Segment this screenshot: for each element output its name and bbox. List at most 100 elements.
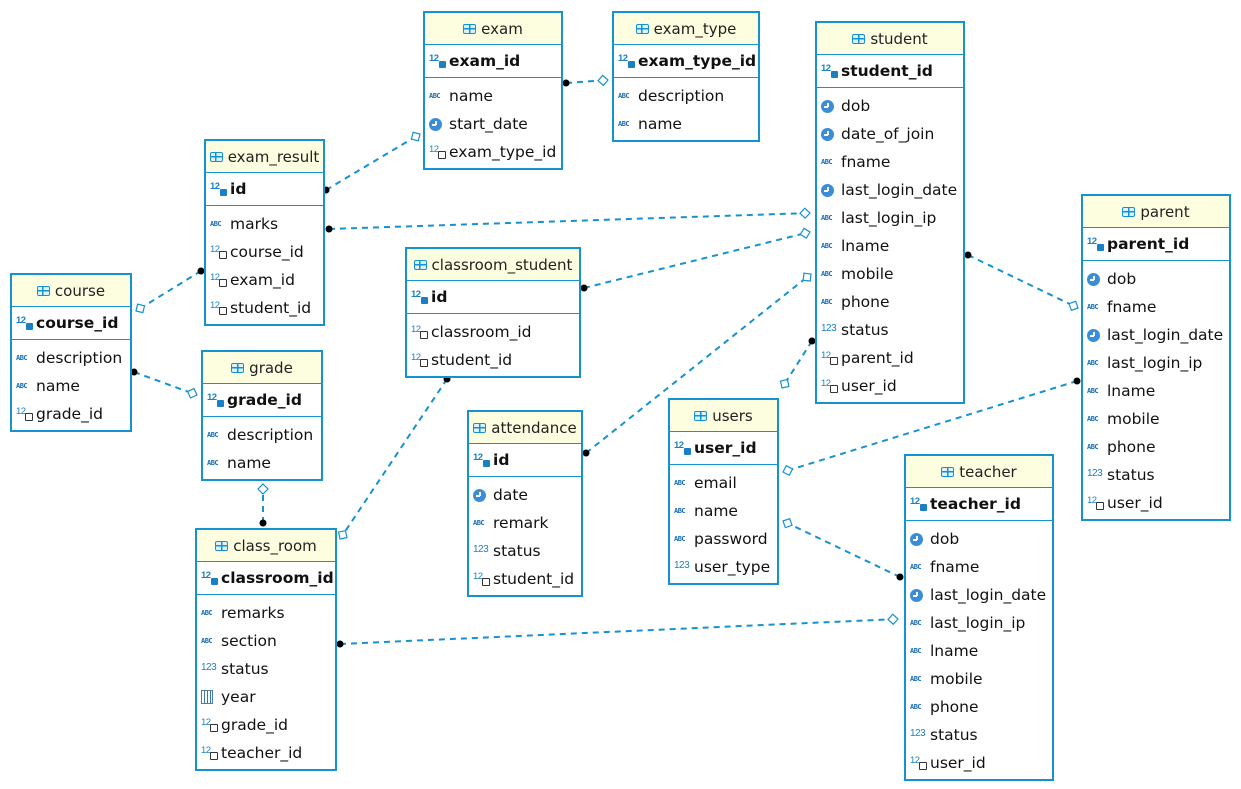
relationship-line[interactable]	[343, 378, 448, 533]
relationship-exam-exam-type[interactable]	[562, 74, 609, 87]
column-row[interactable]: 123 status	[1083, 461, 1229, 489]
column-row[interactable]: 123 status	[906, 721, 1052, 749]
entity-header[interactable]: student	[817, 23, 963, 55]
column-row[interactable]: ABC lname	[1083, 377, 1229, 405]
relationship-line[interactable]	[583, 232, 803, 289]
column-row[interactable]: ABC description	[12, 344, 130, 372]
column-row[interactable]: ABC description	[614, 82, 758, 110]
relationship-teacher-users[interactable]	[782, 517, 904, 581]
primary-key-column[interactable]: 12 teacher_id	[906, 488, 1052, 521]
primary-key-column[interactable]: 12 id	[469, 444, 581, 477]
column-row[interactable]: 12 exam_type_id	[425, 138, 561, 166]
column-row[interactable]: dob	[906, 525, 1052, 553]
column-row[interactable]: 12 student_id	[407, 346, 579, 374]
column-row[interactable]: ABC mobile	[817, 260, 963, 288]
relationship-student-users[interactable]	[779, 337, 816, 389]
column-row[interactable]: date	[469, 481, 581, 509]
column-row[interactable]: ABC fname	[1083, 293, 1229, 321]
column-row[interactable]: 12 user_id	[906, 749, 1052, 777]
entity-grade[interactable]: grade 12 grade_id ABC description ABC name	[201, 350, 323, 481]
relationship-line[interactable]	[328, 212, 803, 230]
column-row[interactable]: 123 status	[197, 655, 335, 683]
entity-class-room[interactable]: class_room 12 classroom_id ABC remarks ABC sec…	[195, 528, 337, 771]
column-row[interactable]: 12 user_id	[1083, 489, 1229, 517]
column-row[interactable]: dob	[1083, 265, 1229, 293]
entity-student[interactable]: student 12 student_id dob date_of_join ABC fna…	[815, 21, 965, 404]
column-row[interactable]: 123 status	[817, 316, 963, 344]
relationship-classroom-student-student[interactable]	[580, 227, 811, 292]
entity-header[interactable]: grade	[203, 352, 321, 384]
entity-attendance[interactable]: attendance 12 id date ABC remark 123 status 12st…	[467, 410, 583, 597]
entity-parent[interactable]: parent 12 parent_id dob ABC fname last_login_d…	[1081, 194, 1231, 521]
relationship-class-room-teacher[interactable]	[336, 613, 899, 648]
primary-key-column[interactable]: 12 id	[206, 173, 323, 206]
relationship-line[interactable]	[789, 523, 901, 578]
column-row[interactable]: 12 course_id	[206, 238, 323, 266]
column-row[interactable]: 12 exam_id	[206, 266, 323, 294]
entity-header[interactable]: parent	[1083, 196, 1229, 228]
column-row[interactable]: ABC name	[203, 449, 321, 477]
column-row[interactable]: ABC password	[670, 525, 777, 553]
column-row[interactable]: ABC email	[670, 469, 777, 497]
column-row[interactable]: 123 status	[469, 537, 581, 565]
primary-key-column[interactable]: 12 course_id	[12, 307, 130, 340]
primary-key-column[interactable]: 12 student_id	[817, 55, 963, 88]
relationship-course-grade[interactable]	[130, 368, 198, 399]
column-row[interactable]: ABC name	[670, 497, 777, 525]
column-row[interactable]: 12 student_id	[206, 294, 323, 322]
relationship-line[interactable]	[133, 371, 190, 394]
column-row[interactable]: ABC phone	[906, 693, 1052, 721]
relationship-line[interactable]	[142, 270, 202, 308]
column-row[interactable]: last_login_date	[817, 176, 963, 204]
primary-key-column[interactable]: 12 exam_type_id	[614, 45, 758, 78]
column-row[interactable]: 123 user_type	[670, 553, 777, 581]
column-row[interactable]: 12 grade_id	[197, 711, 335, 739]
column-row[interactable]: last_login_date	[1083, 321, 1229, 349]
column-row[interactable]: ABC last_login_ip	[817, 204, 963, 232]
relationship-line[interactable]	[339, 618, 891, 645]
entity-header[interactable]: users	[670, 400, 777, 432]
column-row[interactable]: ABC last_login_ip	[906, 609, 1052, 637]
entity-teacher[interactable]: teacher 12 teacher_iddob ABC fname last_login…	[904, 454, 1054, 781]
column-row[interactable]: ABC fname	[906, 553, 1052, 581]
primary-key-column[interactable]: 12 grade_id	[203, 384, 321, 417]
column-row[interactable]: ABC description	[203, 421, 321, 449]
column-row[interactable]: ABC lname	[817, 232, 963, 260]
column-row[interactable]: ABC remark	[469, 509, 581, 537]
relationship-exam-result-course[interactable]	[135, 267, 205, 314]
entity-header[interactable]: class_room	[197, 530, 335, 562]
column-row[interactable]: ABC mobile	[1083, 405, 1229, 433]
column-row[interactable]: ABC last_login_ip	[1083, 349, 1229, 377]
column-row[interactable]: 12 classroom_id	[407, 318, 579, 346]
entity-classroom-student[interactable]: classroom_student 12 id 12 classroom_id 12 stu…	[405, 247, 581, 378]
relationship-classroom-student-class-room[interactable]	[337, 375, 451, 540]
column-row[interactable]: ABC phone	[817, 288, 963, 316]
column-row[interactable]: 12 grade_id	[12, 400, 130, 428]
column-row[interactable]: dob	[817, 92, 963, 120]
entity-header[interactable]: attendance	[469, 412, 581, 444]
column-row[interactable]: year	[197, 683, 335, 711]
relationship-class-room-grade[interactable]	[257, 483, 269, 527]
column-row[interactable]: ABC remarks	[197, 599, 335, 627]
relationship-exam-result-exam[interactable]	[322, 131, 421, 194]
primary-key-column[interactable]: 12 classroom_id	[197, 562, 335, 595]
relationship-line[interactable]	[967, 254, 1072, 306]
column-row[interactable]: ABC name	[425, 82, 561, 110]
column-row[interactable]: ABC lname	[906, 637, 1052, 665]
primary-key-column[interactable]: 12 user_id	[670, 432, 777, 465]
primary-key-column[interactable]: 12 id	[407, 281, 579, 314]
relationship-line[interactable]	[565, 79, 601, 84]
relationship-student-parent[interactable]	[964, 251, 1079, 312]
entity-header[interactable]: exam_result	[206, 141, 323, 173]
entity-header[interactable]: teacher	[906, 456, 1052, 488]
column-row[interactable]: ABC mobile	[906, 665, 1052, 693]
relationship-exam-result-student[interactable]	[325, 207, 811, 233]
column-row[interactable]: 12 user_id	[817, 372, 963, 400]
column-row[interactable]: ABC name	[614, 110, 758, 138]
entity-course[interactable]: course 12 course_id ABC description ABC name 12…	[10, 273, 132, 432]
column-row[interactable]: start_date	[425, 110, 561, 138]
column-row[interactable]: last_login_date	[906, 581, 1052, 609]
column-row[interactable]: ABC name	[12, 372, 130, 400]
entity-users[interactable]: users 12 user_id ABC email ABC name ABC password…	[668, 398, 779, 585]
entity-header[interactable]: course	[12, 275, 130, 307]
